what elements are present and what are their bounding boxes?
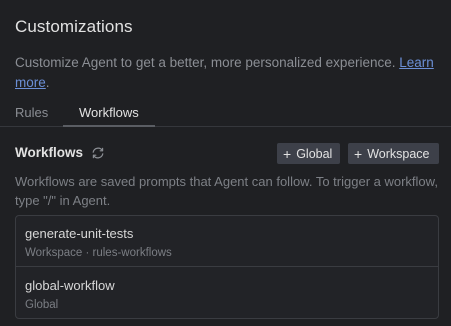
- tab-rules[interactable]: Rules: [15, 105, 48, 120]
- workflows-title: Workflows: [15, 145, 84, 160]
- add-global-workflow-button[interactable]: + Global: [277, 143, 340, 164]
- workflow-name: generate-unit-tests: [25, 226, 134, 241]
- page-subtitle: Customize Agent to get a better, more pe…: [15, 53, 443, 93]
- tab-workflows[interactable]: Workflows: [79, 105, 139, 120]
- add-workspace-workflow-button[interactable]: + Workspace: [348, 143, 439, 164]
- global-button-label: Global: [296, 146, 333, 161]
- workflows-section-header: Workflows: [15, 145, 105, 160]
- workflow-list-item[interactable]: generate-unit-tests Workspace · rules-wo…: [16, 216, 438, 267]
- workflow-name: global-workflow: [25, 278, 115, 293]
- subtitle-text: Customize Agent to get a better, more pe…: [15, 55, 400, 70]
- plus-icon: +: [283, 145, 292, 162]
- tab-bar: Rules Workflows: [0, 99, 451, 127]
- workflow-list-item[interactable]: global-workflow Global: [16, 268, 438, 318]
- workflow-list: generate-unit-tests Workspace · rules-wo…: [15, 215, 439, 319]
- page-title: Customizations: [15, 17, 133, 36]
- active-tab-indicator: [63, 125, 155, 127]
- plus-icon: +: [354, 145, 363, 162]
- workflow-meta: Global: [25, 299, 59, 311]
- customizations-panel: Customizations Customize Agent to get a …: [0, 0, 451, 326]
- refresh-icon[interactable]: [91, 146, 105, 160]
- workspace-button-label: Workspace: [367, 146, 430, 161]
- subtitle-period: .: [45, 75, 50, 90]
- workflow-meta: Workspace · rules-workflows: [25, 247, 172, 259]
- workflows-description: Workflows are saved prompts that Agent c…: [15, 174, 438, 208]
